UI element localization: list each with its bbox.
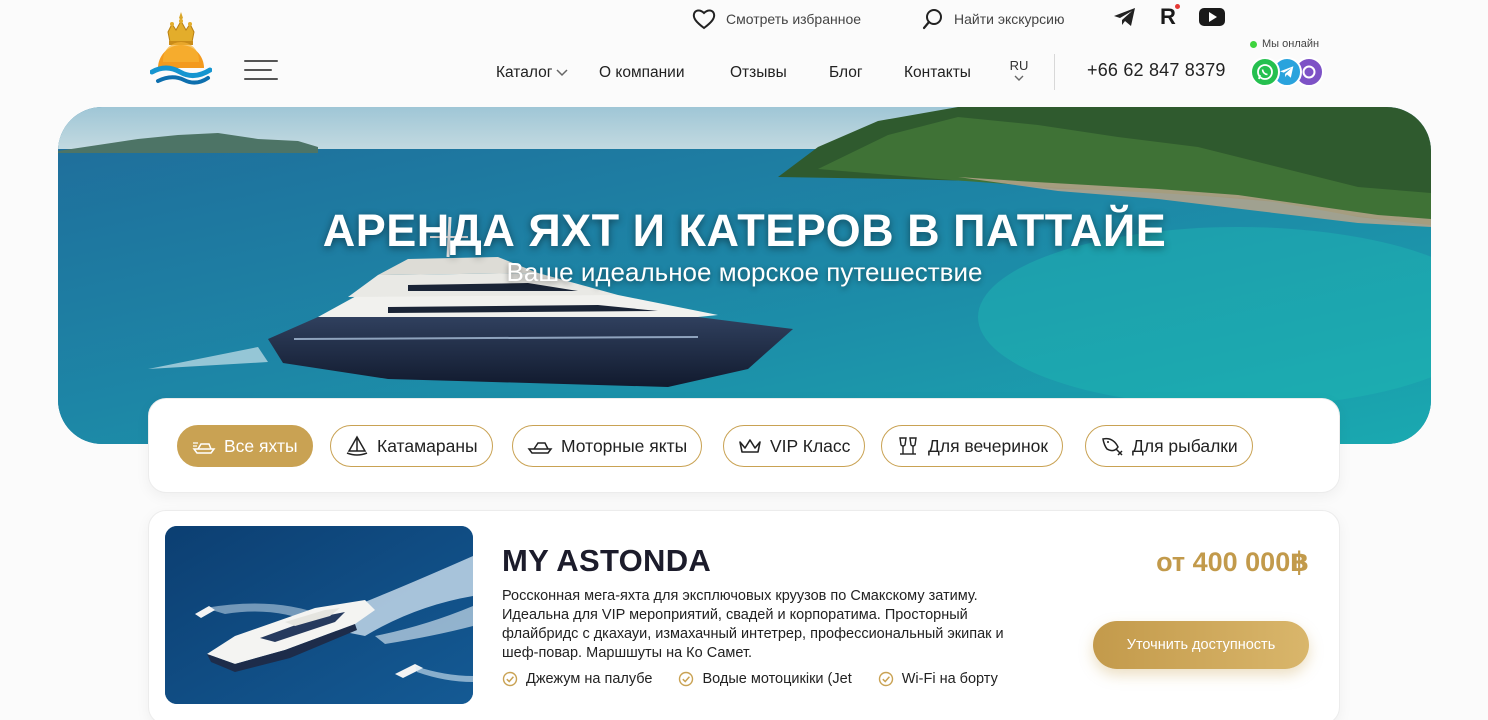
yacht-card: MY ASTONDA Россконная мега-яхта для эксп…	[148, 510, 1340, 720]
filter-label: Моторные якты	[561, 435, 688, 456]
chevron-down-icon	[1014, 75, 1024, 81]
nav-catalog-label: Каталог	[496, 64, 553, 81]
crown-icon	[739, 439, 761, 453]
online-dot-icon	[1250, 40, 1257, 48]
yacht-icon	[192, 442, 216, 454]
yacht-photo[interactable]	[165, 526, 473, 704]
phone-link[interactable]: +66 62 847 8379	[1087, 60, 1226, 81]
nav-reviews[interactable]: Отзывы	[730, 62, 787, 84]
check-circle-icon	[502, 671, 518, 687]
favorites-link[interactable]: Смотреть избранное	[692, 6, 861, 32]
telegram-icon[interactable]	[1112, 4, 1138, 30]
nav-blog-label: Блог	[829, 64, 863, 81]
hero-title: АРЕНДА ЯХТ И КАТЕРОВ В ПАТТАЙЕ	[322, 205, 1167, 256]
filter-fishing[interactable]: Для рыбалки	[1085, 425, 1253, 467]
yacht-category-filters: Все яхты Катамараны Моторные якты VIP Кл…	[148, 398, 1340, 493]
messenger-buttons	[1250, 57, 1326, 87]
search-excursion-link[interactable]: Найти экскурсию	[922, 6, 1065, 32]
chevron-down-icon	[556, 69, 568, 77]
filter-motor-yachts[interactable]: Моторные якты	[512, 425, 703, 467]
filter-label: Катамараны	[377, 435, 478, 456]
rutube-icon[interactable]: R	[1155, 4, 1181, 30]
check-circle-icon	[679, 671, 694, 687]
filter-catamarans[interactable]: Катамараны	[330, 425, 493, 467]
filter-vip[interactable]: VIP Класс	[723, 425, 866, 467]
feature-item: Водые мотоцикіки (Jet	[678, 671, 852, 687]
catamaran-icon	[346, 435, 368, 456]
nav-blog[interactable]: Блог	[829, 62, 863, 84]
fish-icon	[1102, 437, 1123, 456]
language-label: RU	[1009, 58, 1029, 73]
nav-contacts-label: Контакты	[904, 64, 971, 81]
search-label: Найти экскурсию	[954, 11, 1065, 27]
rutube-letter: R	[1160, 4, 1176, 29]
online-status: Мы онлайн	[1250, 38, 1319, 50]
yacht-price: от 400 000฿	[1156, 547, 1309, 577]
youtube-icon[interactable]	[1198, 4, 1226, 30]
site-logo[interactable]	[149, 10, 213, 90]
header-divider	[1054, 54, 1055, 90]
whatsapp-icon[interactable]	[1250, 57, 1280, 87]
yacht-description: Россконная мега-яхта для эксплючовых кру…	[502, 588, 1004, 661]
yacht-name[interactable]: MY ASTONDA	[502, 543, 711, 579]
yacht-features: Джежум на палубе Водые мотоцикіки (Jet W…	[502, 671, 998, 687]
filter-label: Для вечеринок	[928, 435, 1049, 456]
nav-contacts[interactable]: Контакты	[904, 62, 971, 84]
search-icon	[922, 9, 942, 30]
feature-item: Wi-Fi на борту	[878, 671, 998, 687]
champagne-icon	[899, 437, 917, 455]
hero-subtitle: Ваше идеальное морское путешествие	[506, 257, 983, 287]
motorboat-icon	[527, 442, 553, 454]
online-status-label: Мы онлайн	[1262, 38, 1320, 50]
nav-about[interactable]: О компании	[599, 62, 685, 84]
check-circle-icon	[878, 671, 893, 687]
filter-label: Все яхты	[224, 435, 298, 456]
nav-about-label: О компании	[599, 64, 685, 81]
feature-label: Джежум на палубе	[526, 671, 653, 687]
check-availability-button[interactable]: Уточнить доступность	[1093, 621, 1309, 669]
hero-banner: АРЕНДА ЯХТ И КАТЕРОВ В ПАТТАЙЕ Ваше идеа…	[58, 107, 1431, 444]
favorites-label: Смотреть избранное	[726, 11, 862, 27]
filter-label: Для рыбалки	[1132, 435, 1238, 456]
filter-parties[interactable]: Для вечеринок	[881, 425, 1064, 467]
menu-burger-icon[interactable]	[244, 60, 280, 82]
nav-catalog[interactable]: Каталог	[496, 62, 568, 84]
filter-all-yachts[interactable]: Все яхты	[177, 425, 313, 467]
language-switcher[interactable]: RU	[1008, 58, 1030, 82]
nav-reviews-label: Отзывы	[730, 64, 787, 81]
heart-icon	[692, 9, 716, 30]
feature-item: Джежум на палубе	[502, 671, 652, 687]
filter-label: VIP Класс	[770, 435, 851, 456]
feature-label: Водые мотоцикіки (Jet	[702, 671, 852, 687]
feature-label: Wi-Fi на борту	[901, 671, 998, 687]
